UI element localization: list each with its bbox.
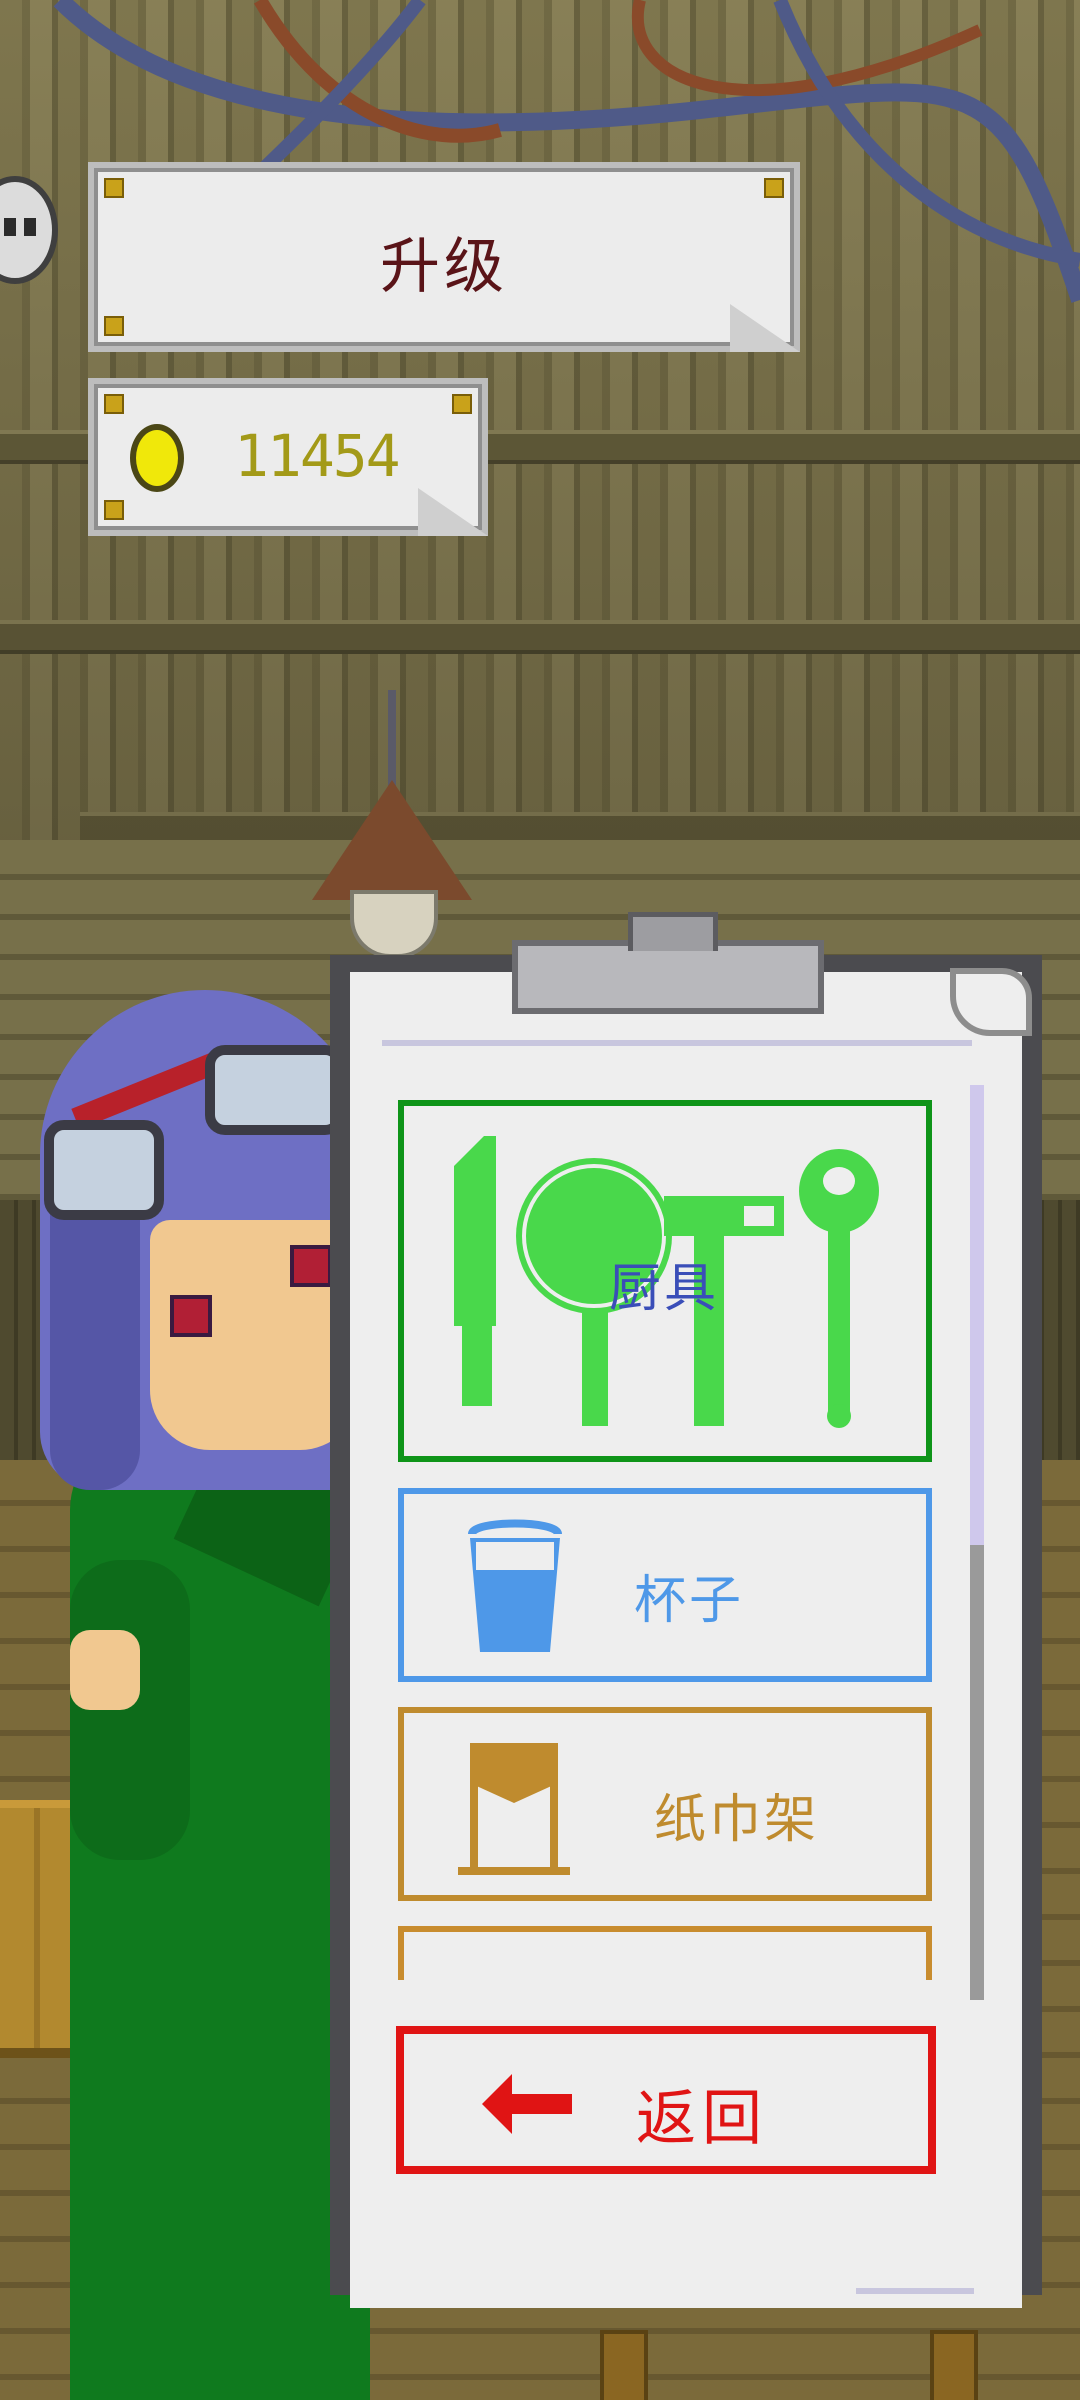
- coin-counter: 11454: [88, 378, 488, 536]
- menu-item-label: 纸巾架: [654, 1790, 820, 1850]
- back-button-label: 返回: [636, 2084, 768, 2154]
- cup-icon: [468, 1519, 562, 1652]
- pin-icon: [764, 178, 784, 198]
- clipboard-clip: [512, 940, 824, 1014]
- coin-balance: 11454: [234, 422, 401, 490]
- goggles-icon: [205, 1045, 345, 1135]
- table-leg: [600, 2330, 648, 2400]
- page-fold-icon: [730, 304, 800, 352]
- menu-item-napkin-holder[interactable]: 纸巾架: [398, 1707, 932, 1901]
- ceiling-lamp-icon: [312, 780, 472, 900]
- lamp-wire: [388, 690, 396, 790]
- pin-icon: [104, 178, 124, 198]
- page-title: 升级: [380, 232, 508, 302]
- scrollbar-thumb[interactable]: [970, 1085, 984, 1545]
- napkin-holder-icon: [458, 1743, 570, 1875]
- pin-icon: [104, 394, 124, 414]
- character-eye: [290, 1245, 332, 1287]
- paper-divider: [382, 1040, 972, 1046]
- back-arrow-icon: [482, 2074, 572, 2134]
- table-leg: [930, 2330, 978, 2400]
- title-sign: 升级: [88, 162, 800, 352]
- page-fold-icon: [418, 488, 488, 536]
- character-arm: [70, 1560, 190, 1860]
- paper-divider: [856, 2288, 974, 2294]
- pin-icon: [452, 394, 472, 414]
- character-eye: [170, 1295, 212, 1337]
- menu-item-kitchenware[interactable]: 厨具: [398, 1100, 932, 1462]
- pin-icon: [104, 500, 124, 520]
- menu-item-label: 杯子: [634, 1571, 745, 1631]
- goggles-icon: [44, 1120, 164, 1220]
- back-button[interactable]: 返回: [396, 2026, 936, 2174]
- list-clip-mask: [380, 1980, 960, 2020]
- pin-icon: [104, 316, 124, 336]
- menu-item-cup[interactable]: 杯子: [398, 1488, 932, 1682]
- clipboard-clip-top: [628, 912, 718, 951]
- scrollbar-track-lower: [970, 1545, 984, 2000]
- character-hand: [70, 1630, 140, 1710]
- gold-coin-icon: [130, 424, 184, 492]
- menu-item-label: 厨具: [609, 1259, 720, 1319]
